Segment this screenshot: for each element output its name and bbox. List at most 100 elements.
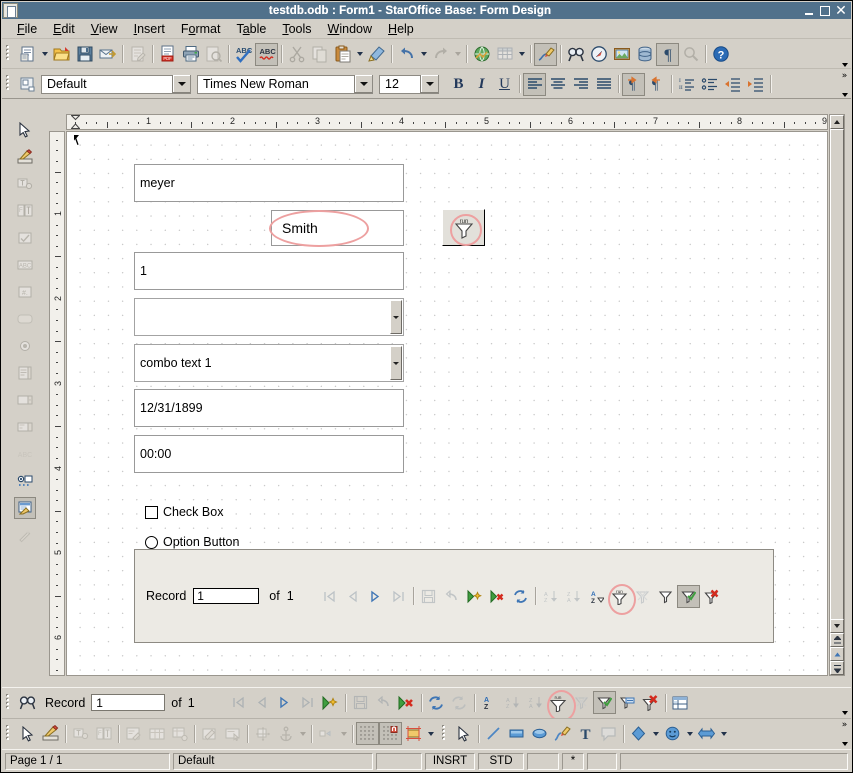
push-button-run-filter[interactable]: run bbox=[442, 209, 485, 246]
scrollbar-thumb[interactable] bbox=[830, 129, 844, 649]
date-field[interactable]: 12/31/1899 bbox=[134, 389, 404, 427]
chevron-down-icon[interactable] bbox=[420, 75, 438, 93]
text-box-firstname[interactable]: Smith bbox=[271, 210, 404, 246]
new-record-icon[interactable] bbox=[319, 691, 342, 714]
open-folder-icon[interactable] bbox=[50, 43, 73, 66]
status-insert-mode[interactable]: INSRT bbox=[425, 753, 475, 770]
control-icon[interactable] bbox=[69, 722, 92, 745]
option-button-control[interactable]: Option Button bbox=[145, 535, 239, 549]
numeric-field[interactable]: 1 bbox=[134, 252, 404, 290]
horizontal-ruler[interactable]: 1 2 3 4 5 6 7 8 9 bbox=[66, 114, 828, 130]
bottom-record-input[interactable]: 1 bbox=[91, 694, 165, 711]
chevron-down-icon[interactable] bbox=[390, 300, 402, 334]
text-icon[interactable]: T bbox=[574, 722, 597, 745]
last-record-icon[interactable] bbox=[296, 691, 319, 714]
toolbar-grip[interactable] bbox=[4, 724, 13, 744]
chevron-down-icon[interactable] bbox=[172, 75, 190, 93]
first-record-icon[interactable] bbox=[227, 691, 250, 714]
toolbar-overflow-icon[interactable] bbox=[838, 689, 851, 716]
sort-ascending-icon[interactable]: AZ bbox=[539, 585, 562, 608]
justified-icon[interactable] bbox=[592, 73, 615, 96]
navigation-button[interactable] bbox=[830, 647, 844, 661]
formatting-marks-icon[interactable]: ¶ bbox=[656, 43, 679, 66]
data-source-as-table-icon[interactable] bbox=[669, 691, 692, 714]
label-field-icon[interactable]: ABC bbox=[14, 254, 36, 276]
form-design-icon[interactable] bbox=[14, 497, 36, 519]
add-field-icon[interactable] bbox=[168, 722, 191, 745]
print-preview-icon[interactable] bbox=[202, 43, 225, 66]
vertical-ruler[interactable]: 1 2 3 4 5 6 bbox=[49, 131, 65, 676]
show-draw-functions-icon[interactable] bbox=[534, 43, 557, 66]
activation-order-icon[interactable] bbox=[145, 722, 168, 745]
align-left-icon[interactable] bbox=[523, 73, 546, 96]
toolbar-grip[interactable] bbox=[4, 74, 13, 94]
status-selection-mode[interactable]: STD bbox=[478, 753, 524, 770]
chevron-down-icon[interactable] bbox=[390, 346, 402, 380]
help-icon[interactable]: ? bbox=[709, 43, 732, 66]
redo-dropdown-icon[interactable] bbox=[452, 43, 463, 66]
apply-filter-icon[interactable] bbox=[677, 585, 700, 608]
undo-record-icon[interactable] bbox=[440, 585, 463, 608]
underline-button[interactable]: U bbox=[493, 73, 516, 96]
paragraph-style-combo[interactable]: Default bbox=[41, 75, 191, 94]
navigator-icon[interactable] bbox=[587, 43, 610, 66]
undo-dropdown-icon[interactable] bbox=[418, 43, 429, 66]
previous-record-icon[interactable] bbox=[341, 585, 364, 608]
list-box-icon[interactable] bbox=[14, 362, 36, 384]
formatted-field-icon[interactable]: #. bbox=[14, 281, 36, 303]
select-icon[interactable] bbox=[452, 722, 475, 745]
increase-indent-icon[interactable] bbox=[744, 73, 767, 96]
vertical-scrollbar[interactable] bbox=[829, 114, 845, 676]
save-record-icon[interactable] bbox=[417, 585, 440, 608]
previous-record-icon[interactable] bbox=[250, 691, 273, 714]
zoom-icon[interactable] bbox=[679, 43, 702, 66]
font-size-combo[interactable]: 12 bbox=[379, 75, 439, 94]
time-field[interactable]: 00:00 bbox=[134, 435, 404, 473]
redo-icon[interactable] bbox=[429, 43, 452, 66]
option-button-icon[interactable] bbox=[14, 335, 36, 357]
clone-formatting-icon[interactable] bbox=[365, 43, 388, 66]
remove-filter-sort-icon[interactable] bbox=[700, 585, 723, 608]
image-button-icon[interactable]: ABC bbox=[14, 443, 36, 465]
menu-view[interactable]: View bbox=[83, 20, 126, 38]
combo-box[interactable]: combo text 1 bbox=[134, 344, 404, 382]
new-document-icon[interactable] bbox=[16, 43, 39, 66]
decrease-indent-icon[interactable] bbox=[721, 73, 744, 96]
menu-window[interactable]: Window bbox=[320, 20, 380, 38]
refresh-control-icon[interactable] bbox=[448, 691, 471, 714]
menu-edit[interactable]: Edit bbox=[45, 20, 83, 38]
refresh-icon[interactable] bbox=[425, 691, 448, 714]
basic-shapes-icon[interactable] bbox=[627, 722, 650, 745]
ellipse-icon[interactable] bbox=[528, 722, 551, 745]
next-page-button[interactable] bbox=[830, 661, 844, 675]
block-arrows-icon[interactable] bbox=[695, 722, 718, 745]
delete-record-icon[interactable] bbox=[395, 691, 418, 714]
refresh-icon[interactable] bbox=[509, 585, 532, 608]
autofilter-icon[interactable]: run bbox=[608, 585, 631, 608]
indent-marker[interactable] bbox=[71, 115, 80, 129]
snap-to-grid-icon[interactable] bbox=[379, 722, 402, 745]
filter-icon[interactable] bbox=[654, 585, 677, 608]
form-navigation-bar-control[interactable]: Record 1 of 1 bbox=[134, 549, 774, 643]
sort-ascending-icon[interactable]: AZ bbox=[501, 691, 524, 714]
more-controls-icon[interactable] bbox=[14, 470, 36, 492]
paragraph-style-icon[interactable] bbox=[16, 73, 39, 96]
list-box-empty[interactable] bbox=[134, 298, 404, 336]
push-button-icon[interactable] bbox=[14, 308, 36, 330]
toolbar-overflow-icon[interactable]: » bbox=[838, 720, 851, 747]
menu-file[interactable]: FFileile bbox=[9, 20, 45, 38]
left-to-right-icon[interactable]: ¶ bbox=[622, 73, 645, 96]
undo-record-icon[interactable] bbox=[372, 691, 395, 714]
next-record-icon[interactable] bbox=[364, 585, 387, 608]
bold-button[interactable]: B bbox=[447, 73, 470, 96]
save-record-icon[interactable] bbox=[349, 691, 372, 714]
minimize-button[interactable] bbox=[802, 4, 816, 18]
cut-icon[interactable] bbox=[285, 43, 308, 66]
block-arrows-dropdown-icon[interactable] bbox=[718, 722, 729, 745]
anchor-dropdown-icon[interactable] bbox=[297, 722, 308, 745]
spelling-icon[interactable]: ABC bbox=[232, 43, 255, 66]
menu-insert[interactable]: Insert bbox=[126, 20, 173, 38]
design-toolbar-dropdown-icon[interactable] bbox=[425, 722, 436, 745]
table-dropdown-icon[interactable] bbox=[516, 43, 527, 66]
italic-button[interactable]: I bbox=[470, 73, 493, 96]
